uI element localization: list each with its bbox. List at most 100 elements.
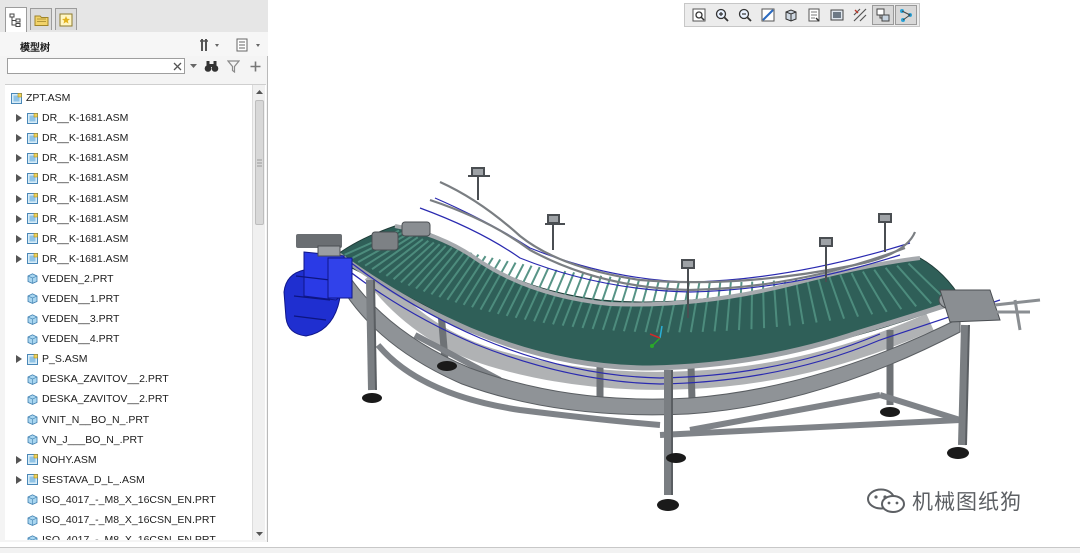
repaint-icon <box>761 8 775 22</box>
scroll-down-button[interactable] <box>253 528 265 540</box>
tree-row[interactable]: DR__K-1681.ASM <box>5 249 253 269</box>
tree-row[interactable]: VN_J___BO_N_.PRT <box>5 430 253 450</box>
view-manager-icon <box>830 9 844 21</box>
conveyor-model[interactable] <box>283 167 1041 511</box>
tree-node-label: VEDEN__3.PRT <box>42 313 120 326</box>
tree-row[interactable]: ISO_4017_-_M8_X_16CSN_EN.PRT <box>5 530 253 540</box>
folder-browser-tab[interactable] <box>30 8 52 30</box>
tree-node-label: DR__K-1681.ASM <box>42 252 129 265</box>
part-icon <box>27 514 38 526</box>
assembly-icon <box>27 213 38 225</box>
tree-scrollbar[interactable] <box>252 85 265 540</box>
close-icon <box>173 62 181 70</box>
expand-arrow-icon[interactable] <box>15 114 23 123</box>
favorites-tab[interactable] <box>55 8 77 30</box>
watermark-text: 机械图纸狗 <box>912 490 1022 514</box>
tree-structure-icon <box>9 13 21 27</box>
tree-row[interactable]: VEDEN__3.PRT <box>5 309 253 329</box>
expand-arrow-icon[interactable] <box>15 355 23 364</box>
filter-button[interactable] <box>226 59 241 73</box>
spin-center-button[interactable] <box>895 5 917 25</box>
tree-row[interactable]: DR__K-1681.ASM <box>5 128 253 148</box>
assembly-icon <box>11 92 22 104</box>
favorites-star-icon <box>59 13 73 26</box>
show-menu-button[interactable] <box>234 37 264 52</box>
search-dropdown-button[interactable] <box>188 59 198 73</box>
tree-row[interactable]: VEDEN__4.PRT <box>5 329 253 349</box>
tree-row[interactable]: DR__K-1681.ASM <box>5 229 253 249</box>
display-style-button[interactable] <box>780 5 802 25</box>
tree-row[interactable]: DR__K-1681.ASM <box>5 168 253 188</box>
tree-row[interactable]: ISO_4017_-_M8_X_16CSN_EN.PRT <box>5 510 253 530</box>
model-tree-tab[interactable] <box>5 7 27 32</box>
tree-row[interactable]: P_S.ASM <box>5 349 253 369</box>
part-icon <box>27 374 38 385</box>
assembly-icon <box>27 454 38 466</box>
tree-row[interactable]: SESTAVA_D_L_.ASM <box>5 470 253 490</box>
tree-row[interactable]: DESKA_ZAVITOV__2.PRT <box>5 389 253 409</box>
refit-button[interactable] <box>688 5 710 25</box>
expand-arrow-icon[interactable] <box>15 154 23 163</box>
tree-node-label: VEDEN__4.PRT <box>42 333 120 346</box>
view-manager-button[interactable] <box>826 5 848 25</box>
expand-arrow-icon[interactable] <box>15 214 23 223</box>
expand-arrow-icon[interactable] <box>15 174 23 183</box>
repaint-button[interactable] <box>757 5 779 25</box>
tree-row[interactable]: VEDEN_2.PRT <box>5 269 253 289</box>
tree-row[interactable]: VEDEN__1.PRT <box>5 289 253 309</box>
drive-motor <box>283 234 353 337</box>
expand-arrow-icon[interactable] <box>15 134 23 143</box>
tree-node-label: SESTAVA_D_L_.ASM <box>42 473 145 486</box>
saved-orientations-button[interactable] <box>803 5 825 25</box>
expand-arrow-icon[interactable] <box>15 194 23 203</box>
annotation-display-button[interactable] <box>872 5 894 25</box>
status-bar <box>0 547 1080 553</box>
show-list-icon <box>236 38 260 51</box>
tree-row[interactable]: DR__K-1681.ASM <box>5 188 253 208</box>
zoom-out-icon <box>738 8 752 22</box>
search-input[interactable] <box>7 58 185 74</box>
tree-node-label: DESKA_ZAVITOV__2.PRT <box>42 373 169 386</box>
datum-display-button[interactable] <box>849 5 871 25</box>
tree-row[interactable]: VNIT_N__BO_N_.PRT <box>5 410 253 430</box>
tree-row[interactable]: DR__K-1681.ASM <box>5 148 253 168</box>
tree-header: 模型树 <box>0 32 268 56</box>
tree-node-label: DESKA_ZAVITOV__2.PRT <box>42 393 169 406</box>
graphics-window[interactable] <box>270 30 1080 545</box>
tree-row[interactable]: ISO_4017_-_M8_X_16CSN_EN.PRT <box>5 490 253 510</box>
part-icon <box>27 394 38 405</box>
expand-arrow-icon[interactable] <box>15 234 23 243</box>
model-tree-panel: 模型树 ZPT.ASM DR__K-1681.ASM DR__K-1681.AS… <box>0 0 268 542</box>
scroll-up-button[interactable] <box>253 85 265 98</box>
zoom-out-button[interactable] <box>734 5 756 25</box>
expand-arrow-icon[interactable] <box>15 455 23 464</box>
add-column-button[interactable] <box>248 59 262 73</box>
panel-tab-strip <box>0 0 268 32</box>
tree-node-label: DR__K-1681.ASM <box>42 152 129 165</box>
tree-row[interactable]: DR__K-1681.ASM <box>5 108 253 128</box>
tree-row[interactable]: DR__K-1681.ASM <box>5 209 253 229</box>
tree-row[interactable]: ZPT.ASM <box>5 88 253 108</box>
left-end-roller <box>371 231 399 251</box>
tree-row[interactable]: DESKA_ZAVITOV__2.PRT <box>5 369 253 389</box>
model-tree: ZPT.ASM DR__K-1681.ASM DR__K-1681.ASM DR__K… <box>5 84 266 540</box>
tree-row[interactable]: NOHY.ASM <box>5 450 253 470</box>
expand-arrow-icon[interactable] <box>15 254 23 263</box>
wechat-icon <box>867 488 905 513</box>
search-row <box>0 56 268 78</box>
expand-arrow-icon[interactable] <box>15 475 23 484</box>
zoom-in-button[interactable] <box>711 5 733 25</box>
annotation-display-icon <box>876 8 890 22</box>
clear-search-button[interactable] <box>171 59 183 73</box>
tree-node-label: ZPT.ASM <box>26 92 71 105</box>
tree-settings-button[interactable] <box>198 37 222 52</box>
scroll-thumb[interactable] <box>255 100 264 225</box>
find-button[interactable] <box>203 59 220 73</box>
assembly-icon <box>27 193 38 205</box>
tree-node-label: P_S.ASM <box>42 353 88 366</box>
belt-slat <box>750 281 754 330</box>
